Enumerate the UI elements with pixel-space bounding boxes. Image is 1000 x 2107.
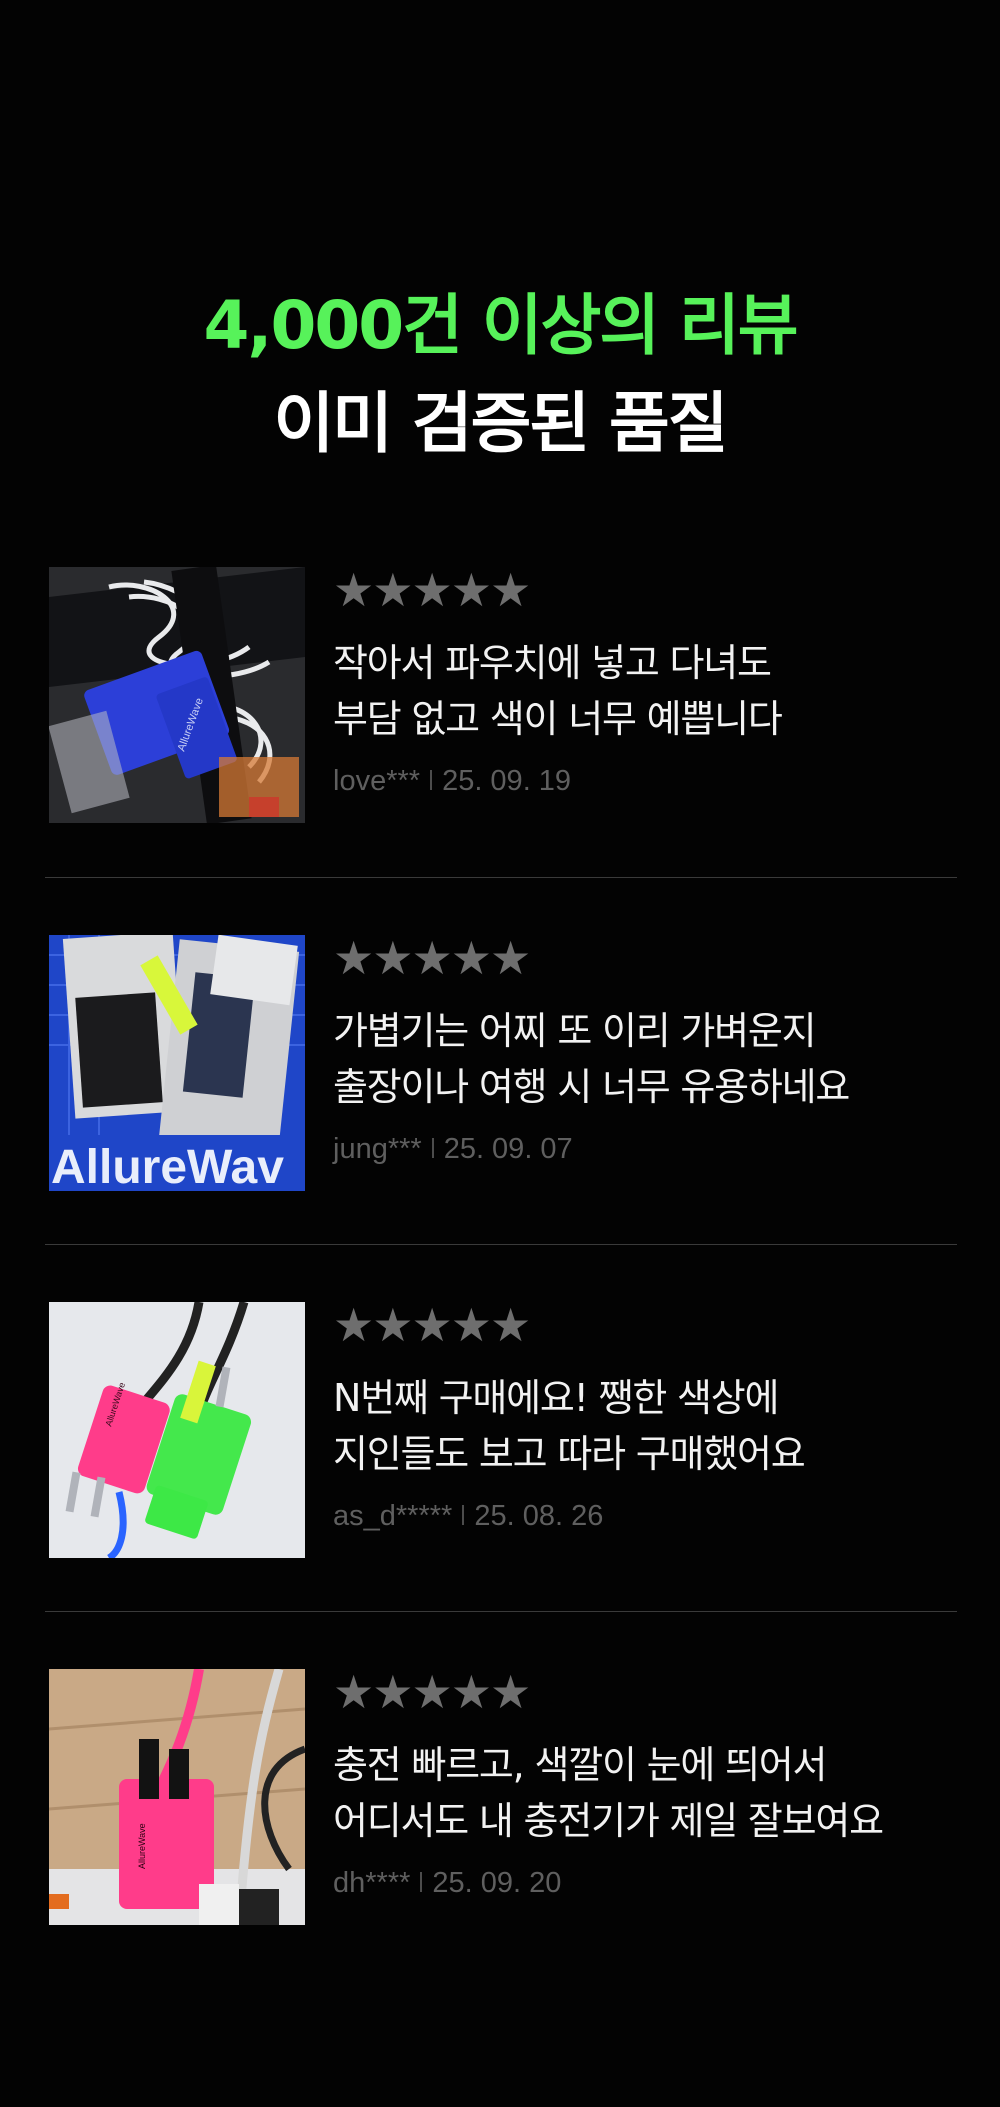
- review-content: ★★★★★ 충전 빠르고, 색깔이 눈에 띄어서 어디서도 내 충전기가 제일 …: [333, 1669, 957, 1903]
- headline-quality: 이미 검증된 품질: [273, 385, 729, 462]
- review-author: jung***: [333, 1133, 422, 1165]
- review-date: 25. 09. 20: [432, 1867, 562, 1899]
- meta-divider: [462, 1505, 465, 1526]
- review-text-line: 어디서도 내 충전기가 제일 잘보여요: [333, 1799, 884, 1843]
- review-card[interactable]: AllureWave ★★★★★ 작아서 파우치에 넣고 다녀도 부담 없고 색…: [45, 530, 957, 877]
- review-meta: jung*** 25. 09. 07: [333, 1129, 957, 1169]
- meta-divider: [430, 770, 433, 791]
- review-text-line: 작아서 파우치에 넣고 다녀도: [333, 641, 772, 685]
- rating-stars-icon: ★★★★★: [333, 1298, 531, 1352]
- review-text: 충전 빠르고, 색깔이 눈에 띄어서 어디서도 내 충전기가 제일 잘보여요: [333, 1737, 957, 1849]
- review-date: 25. 09. 07: [443, 1133, 573, 1165]
- meta-divider: [431, 1138, 434, 1159]
- review-text-line: 지인들도 보고 따라 구매했어요: [333, 1432, 806, 1476]
- review-content: ★★★★★ 가볍기는 어찌 또 이리 가벼운지 출장이나 여행 시 너무 유용하…: [333, 935, 957, 1169]
- rating-stars-icon: ★★★★★: [333, 931, 531, 985]
- review-author: dh****: [333, 1867, 411, 1899]
- review-photo[interactable]: AllureWav: [49, 935, 305, 1191]
- review-card[interactable]: AllureWav ★★★★★ 가볍기는 어찌 또 이리 가벼운지 출장이나 여…: [45, 877, 957, 1244]
- rating-stars-icon: ★★★★★: [333, 563, 531, 617]
- review-photo[interactable]: AllureWave: [49, 1669, 305, 1925]
- review-content: ★★★★★ 작아서 파우치에 넣고 다녀도 부담 없고 색이 너무 예쁩니다 l…: [333, 567, 957, 801]
- review-card[interactable]: AllureWave ★★★★★ 충전 빠르고, 색깔이 눈에 띄어서 어디서도…: [45, 1611, 957, 1978]
- review-text-line: 충전 빠르고, 색깔이 눈에 띄어서: [333, 1743, 827, 1787]
- review-photo[interactable]: AllureWave: [49, 1302, 305, 1558]
- review-list: AllureWave ★★★★★ 작아서 파우치에 넣고 다녀도 부담 없고 색…: [45, 530, 957, 1978]
- meta-divider: [420, 1872, 423, 1893]
- review-text-line: 부담 없고 색이 너무 예쁩니다: [333, 697, 783, 741]
- review-author: as_d*****: [333, 1500, 453, 1532]
- review-meta: as_d***** 25. 08. 26: [333, 1496, 957, 1536]
- review-photo[interactable]: AllureWave: [49, 567, 305, 823]
- rating-stars-icon: ★★★★★: [333, 1665, 531, 1719]
- review-card[interactable]: AllureWave ★★★★★ N번째 구매에요! 쨍한 색상에 지인들도 보…: [45, 1244, 957, 1611]
- page: { "colors": { "background": "#030303", "…: [0, 0, 1000, 2107]
- review-author: love***: [333, 765, 421, 797]
- review-text: 가볍기는 어찌 또 이리 가벼운지 출장이나 여행 시 너무 유용하네요: [333, 1003, 957, 1115]
- review-text-line: N번째 구매에요! 쨍한 색상에: [333, 1376, 779, 1420]
- review-text: 작아서 파우치에 넣고 다녀도 부담 없고 색이 너무 예쁩니다: [333, 635, 957, 747]
- headline-review-count: 4,000건 이상의 리뷰: [203, 287, 798, 364]
- review-meta: dh**** 25. 09. 20: [333, 1863, 957, 1903]
- photo-brand-text: AllureWave: [137, 1823, 147, 1869]
- review-date: 25. 09. 19: [442, 765, 572, 797]
- review-text-line: 출장이나 여행 시 너무 유용하네요: [333, 1065, 850, 1109]
- review-content: ★★★★★ N번째 구매에요! 쨍한 색상에 지인들도 보고 따라 구매했어요 …: [333, 1302, 957, 1536]
- photo-brand-text: AllureWav: [51, 1141, 284, 1191]
- review-meta: love*** 25. 09. 19: [333, 761, 957, 801]
- review-text: N번째 구매에요! 쨍한 색상에 지인들도 보고 따라 구매했어요: [333, 1370, 957, 1482]
- review-date: 25. 08. 26: [474, 1500, 604, 1532]
- review-text-line: 가볍기는 어찌 또 이리 가벼운지: [333, 1009, 817, 1053]
- hero-heading: 4,000건 이상의 리뷰 이미 검증된 품질: [0, 278, 1000, 474]
